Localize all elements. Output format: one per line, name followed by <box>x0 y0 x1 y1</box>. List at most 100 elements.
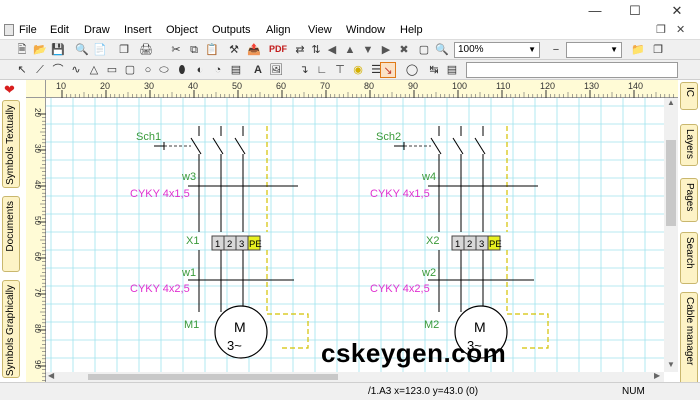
tab-pages[interactable]: Pages <box>680 178 698 222</box>
paste-icon[interactable]: 📋 <box>204 42 220 58</box>
open-icon[interactable]: 📂 <box>32 42 48 58</box>
save-icon[interactable]: 💾 <box>50 42 66 58</box>
print-preview-icon[interactable]: 🔍 <box>74 42 90 58</box>
scroll-down-icon[interactable]: ▼ <box>667 360 675 369</box>
vertical-ruler-ticks: 20 30 40 50 60 70 80 90 <box>33 108 46 399</box>
curve-icon[interactable]: ∿ <box>68 62 84 78</box>
image-icon[interactable]: 🖼 <box>268 62 284 78</box>
layer-select[interactable]: ▼ <box>566 42 622 58</box>
menu-view[interactable]: View <box>308 24 332 36</box>
motor-label: M2 <box>424 319 439 331</box>
menu-insert[interactable]: Insert <box>124 24 152 36</box>
app-menu-icon[interactable] <box>4 24 14 36</box>
pdf-export-icon[interactable]: PDF <box>268 41 288 57</box>
hatch-icon[interactable]: ▤ <box>228 62 244 78</box>
zoom-select[interactable]: 100% ▼ <box>454 42 540 58</box>
text-icon[interactable]: A <box>250 62 266 78</box>
tab-symbols-textually[interactable]: Symbols Textually <box>2 100 20 188</box>
tab-ic[interactable]: IC <box>680 82 698 110</box>
copy-layer-icon[interactable]: ❐ <box>650 42 666 58</box>
menu-window[interactable]: Window <box>346 24 385 36</box>
ruler-tick-label: 40 <box>33 180 42 189</box>
junction-icon[interactable]: ⊤ <box>332 62 348 78</box>
label-icon[interactable]: ◉ <box>350 62 366 78</box>
close-document-icon[interactable]: ✕ <box>676 23 685 36</box>
cut-icon[interactable]: ✂ <box>168 42 184 58</box>
restore-document-icon[interactable]: ❐ <box>656 23 666 36</box>
close-icon[interactable]: ✕ <box>662 0 692 22</box>
arc-icon[interactable]: ⌒ <box>50 62 66 78</box>
fit-page-icon[interactable]: ▢ <box>416 42 432 58</box>
terminal-label: 1 <box>215 239 220 250</box>
menu-align[interactable]: Align <box>266 24 290 36</box>
menu-file[interactable]: File <box>19 24 37 36</box>
minimize-icon[interactable]: — <box>580 0 610 22</box>
connection-icon[interactable]: ↴ <box>296 62 312 78</box>
polyline-icon[interactable]: △ <box>86 62 102 78</box>
tab-documents[interactable]: Documents <box>2 196 20 272</box>
scroll-left-icon[interactable]: ◀ <box>48 371 54 380</box>
tool-icon[interactable]: ⚒ <box>226 42 242 58</box>
terminal-label: X2 <box>426 235 439 247</box>
vertical-scroll-thumb[interactable] <box>666 140 676 226</box>
ellipse-icon[interactable]: ⬭ <box>156 62 172 78</box>
mirror-horizontal-icon[interactable]: ⇄ <box>292 42 308 58</box>
document-icon[interactable]: 📄 <box>92 42 108 58</box>
menu-object[interactable]: Object <box>166 24 198 36</box>
align-left-icon[interactable]: ◀ <box>324 42 340 58</box>
schematic-unit-2[interactable]: Sch2 w4 CYKY 4x1,5 X2 w2 CYKY 4x2,5 M2 1… <box>370 126 549 359</box>
horizontal-scroll-thumb[interactable] <box>88 374 338 380</box>
layer-tool-icon[interactable]: ▤ <box>444 62 460 78</box>
sector-icon[interactable]: ◔ <box>210 62 226 78</box>
rectangle-icon[interactable]: ▭ <box>104 62 120 78</box>
ruler-tick-label: 10 <box>56 81 66 91</box>
mirror-vertical-icon[interactable]: ⇅ <box>308 42 324 58</box>
vertical-scrollbar[interactable]: ▲ ▼ <box>664 98 678 372</box>
menu-draw[interactable]: Draw <box>84 24 110 36</box>
align-bottom-icon[interactable]: ▼ <box>360 42 376 58</box>
tab-symbols-graphically[interactable]: Symbols Graphically <box>2 280 20 378</box>
zoom-out-icon[interactable]: − <box>548 42 564 58</box>
heart-icon[interactable]: ❤ <box>4 82 15 98</box>
align-top-icon[interactable]: ▲ <box>342 42 358 58</box>
group-icon[interactable]: ✖ <box>396 42 412 58</box>
menu-edit[interactable]: Edit <box>50 24 69 36</box>
switch-blade <box>234 137 246 155</box>
switch-label: Sch2 <box>376 131 401 143</box>
line-icon[interactable]: ⟋ <box>32 62 48 78</box>
menu-help[interactable]: Help <box>400 24 423 36</box>
rotated-ellipse-icon[interactable]: ⬮ <box>174 62 190 78</box>
chord-icon[interactable]: ◐ <box>192 62 208 78</box>
tab-layers[interactable]: Layers <box>680 124 698 166</box>
copy-page-icon[interactable]: ❐ <box>116 42 132 58</box>
cable-name: w4 <box>421 171 436 183</box>
folder-icon[interactable]: 📁 <box>630 42 646 58</box>
print-icon[interactable]: 🖨 <box>138 42 154 58</box>
schematic-drawing[interactable]: Sch1 w3 CYKY 4x1,5 X1 w1 CYKY 4x2,5 M1 1… <box>46 98 666 372</box>
menu-outputs[interactable]: Outputs <box>212 24 251 36</box>
tab-cable-manager[interactable]: Cable manager <box>680 292 698 386</box>
rounded-rectangle-icon[interactable]: ▢ <box>122 62 138 78</box>
scroll-up-icon[interactable]: ▲ <box>667 98 675 107</box>
drawing-canvas[interactable]: Sch1 w3 CYKY 4x1,5 X1 w1 CYKY 4x2,5 M1 1… <box>46 98 666 372</box>
maximize-icon[interactable]: ☐ <box>620 0 650 22</box>
zoom-icon[interactable]: 🔍 <box>434 42 450 58</box>
copy-icon[interactable]: ⧉ <box>186 42 202 58</box>
property-field[interactable] <box>466 62 678 78</box>
terminal-icon[interactable]: ◯ <box>404 62 420 78</box>
export-icon[interactable]: 📤 <box>246 42 262 58</box>
dimension-icon[interactable]: ↹ <box>426 62 442 78</box>
new-icon[interactable]: 🗎 <box>14 42 30 58</box>
tab-search[interactable]: Search <box>680 232 698 284</box>
schematic-unit-1[interactable]: Sch1 w3 CYKY 4x1,5 X1 w1 CYKY 4x2,5 M1 1… <box>130 126 309 359</box>
cable-name: w1 <box>181 267 196 279</box>
scroll-right-icon[interactable]: ▶ <box>654 371 660 380</box>
autoconnect-icon[interactable]: ↘ <box>380 62 396 78</box>
ruler-tick-label: 70 <box>33 288 42 297</box>
wire-icon[interactable]: ∟ <box>314 62 330 78</box>
circle-icon[interactable]: ○ <box>140 62 156 78</box>
align-right-icon[interactable]: ▶ <box>378 42 394 58</box>
switch-actuator <box>154 142 165 150</box>
horizontal-scrollbar[interactable]: ◀ ▶ <box>46 371 664 382</box>
select-arrow-icon[interactable]: ↖ <box>14 62 30 78</box>
